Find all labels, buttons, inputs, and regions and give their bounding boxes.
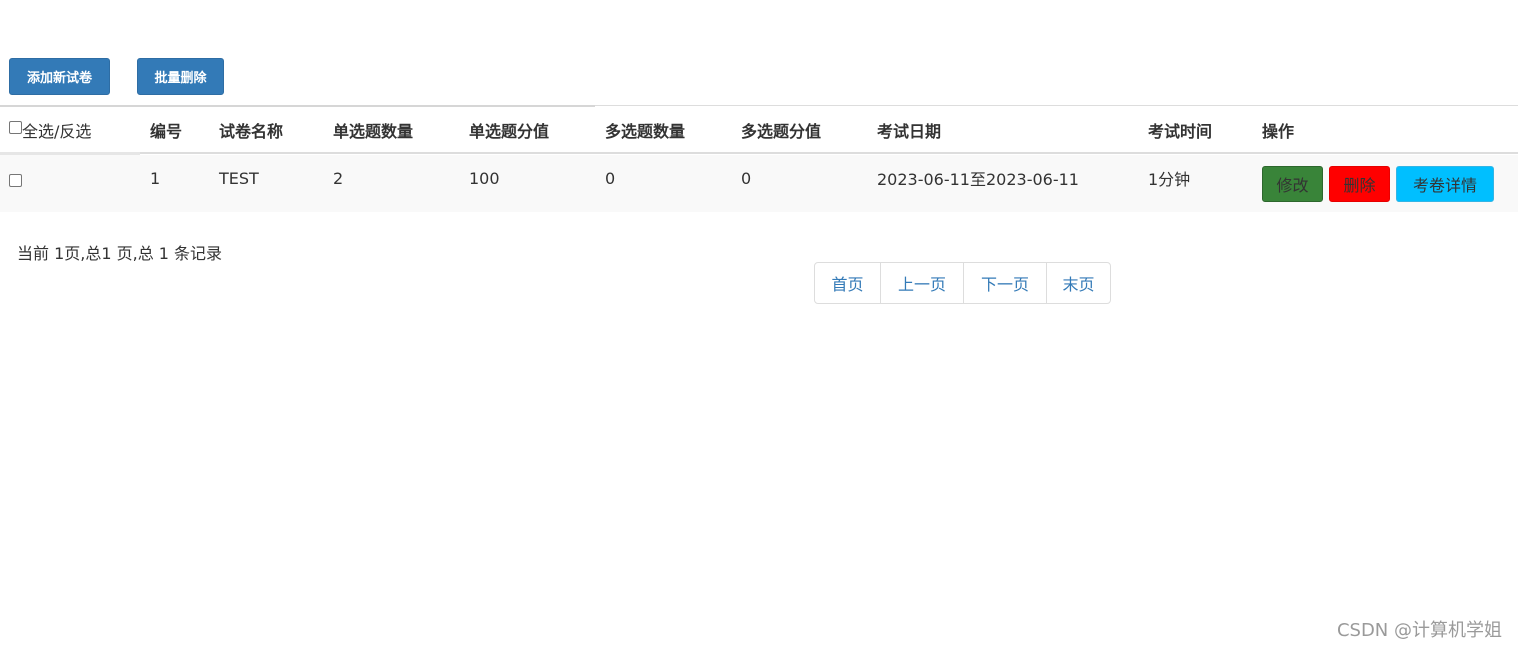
header-single-score: 单选题分值 (469, 122, 550, 141)
cell-id: 1 (150, 168, 161, 188)
header-multi-count: 多选题数量 (605, 122, 686, 141)
select-all-header: 全选/反选 (9, 106, 91, 154)
watermark: CSDN @计算机学姐 (1336, 620, 1502, 641)
add-exam-button[interactable]: 添加新试卷 (9, 58, 110, 95)
cell-single-count: 2 (333, 168, 344, 188)
cell-name: TEST (219, 168, 259, 188)
cell-multi-count: 0 (605, 168, 616, 188)
page-prev-link[interactable]: 上一页 (880, 263, 963, 303)
row-checkbox-cell (9, 170, 22, 190)
edit-button[interactable]: 修改 (1262, 166, 1323, 202)
header-actions: 操作 (1262, 122, 1295, 141)
header-single-count: 单选题数量 (333, 122, 414, 141)
delete-button[interactable]: 删除 (1329, 166, 1390, 202)
cell-exam-time: 1分钟 (1148, 170, 1191, 189)
pagination: 首页 上一页 下一页 末页 (814, 262, 1111, 304)
header-exam-date: 考试日期 (877, 122, 942, 141)
table-row: 1 TEST 2 100 0 0 2023-06-11至2023-06-11 1… (0, 155, 1518, 212)
exam-detail-button[interactable]: 考卷详情 (1396, 166, 1494, 202)
select-all-label: 全选/反选 (22, 122, 92, 141)
header-id: 编号 (150, 122, 183, 141)
select-all-checkbox[interactable] (9, 120, 22, 134)
page-last-link[interactable]: 末页 (1046, 263, 1110, 303)
page-next-link[interactable]: 下一页 (963, 263, 1046, 303)
batch-delete-button[interactable]: 批量删除 (137, 58, 224, 95)
cell-single-score: 100 (469, 168, 500, 188)
header-multi-score: 多选题分值 (741, 122, 822, 141)
page-first-link[interactable]: 首页 (815, 263, 880, 303)
header-name: 试卷名称 (219, 122, 284, 141)
cell-multi-score: 0 (741, 168, 752, 188)
table-header-row: 全选/反选 编号 试卷名称 单选题数量 单选题分值 多选题数量 多选题分值 考试… (0, 106, 1518, 154)
pagination-info: 当前 1页,总1 页,总 1 条记录 (17, 244, 223, 263)
cell-exam-date: 2023-06-11至2023-06-11 (877, 170, 1079, 189)
row-checkbox[interactable] (9, 173, 22, 187)
header-exam-time: 考试时间 (1148, 122, 1213, 141)
